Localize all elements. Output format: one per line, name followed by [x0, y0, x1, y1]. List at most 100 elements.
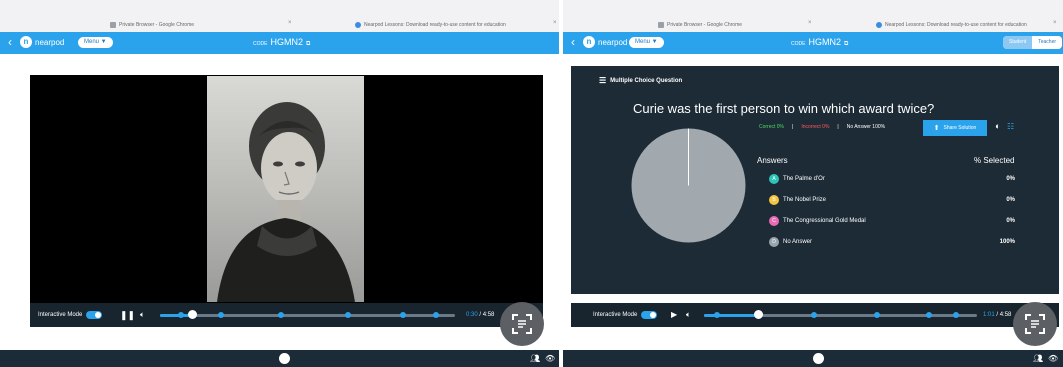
external-link-icon[interactable]: ⧉ [844, 41, 848, 48]
video-scrubber-handle[interactable] [187, 310, 197, 319]
video-scrubber-handle[interactable] [754, 310, 764, 319]
question-marker[interactable] [874, 312, 880, 318]
nearpod-header: ‹ n nearpod Menu ▼ CODE HGMN2 ⧉ Student … [563, 32, 1063, 54]
no-answer-stat: No Answer 100% [846, 124, 886, 130]
question-marker[interactable] [218, 312, 224, 318]
time-separator: / [479, 312, 482, 318]
view-mode-toggle[interactable]: Student Teacher [1003, 36, 1063, 49]
session-code: CODE HGMN2 ⧉ [253, 37, 310, 48]
share-solution-label: Share Solution [943, 125, 977, 131]
page-icon [658, 22, 664, 28]
session-code: CODE HGMN2 ⧉ [791, 37, 848, 48]
back-arrow-icon[interactable]: ‹ [8, 36, 12, 48]
interactive-mode-toggle[interactable] [641, 311, 658, 319]
portrait-figure [217, 102, 355, 302]
video-controls: Interactive Mode ▶ 🔈︎ 1:01 / 4:58 [571, 303, 1059, 327]
page-icon [110, 22, 116, 28]
answer-row: D No Answer 100% [769, 236, 1015, 248]
question-marker[interactable] [178, 312, 184, 318]
close-tab-icon[interactable]: × [288, 20, 292, 26]
video-progress-played [704, 314, 759, 317]
bottom-bar: 👥︎ 👁︎ [0, 350, 559, 367]
question-marker[interactable] [811, 312, 817, 318]
eye-icon[interactable]: 👁︎ [545, 354, 555, 363]
browser-tabstrip: Private Browser - Google Chrome × Nearpo… [563, 0, 1063, 33]
student-view-option[interactable]: Student [1003, 36, 1033, 49]
question-type: ☰ Multiple Choice Question [599, 76, 682, 85]
list-view-icon[interactable]: ☷ [1007, 122, 1014, 131]
question-marker[interactable] [400, 312, 406, 318]
browser-tabstrip: Private Browser - Google Chrome × Nearpo… [0, 0, 559, 33]
answers-header: Answers [757, 156, 788, 165]
answer-row: C The Congressional Gold Medal 0% [769, 215, 1015, 227]
question-marker[interactable] [433, 312, 439, 318]
external-link-icon[interactable]: ⧉ [306, 41, 310, 48]
menu-button[interactable]: Menu ▼ [629, 37, 664, 48]
question-marker[interactable] [345, 312, 351, 318]
answer-text: The Nobel Prize [783, 197, 827, 203]
interactive-mode-control[interactable]: Interactive Mode [38, 311, 103, 319]
results-pie-chart [631, 128, 746, 243]
home-icon[interactable] [813, 353, 824, 364]
menu-button[interactable]: Menu ▼ [78, 37, 113, 48]
video-portrait-image [207, 76, 364, 302]
time-separator: / [996, 312, 999, 318]
question-marker[interactable] [926, 312, 932, 318]
video-frame[interactable] [30, 75, 543, 303]
browser-tab-title: Private Browser - Google Chrome [667, 22, 743, 28]
participants-icon[interactable]: 👥︎ [530, 354, 540, 363]
question-type-label: Multiple Choice Question [610, 77, 683, 84]
scan-text-button[interactable] [500, 302, 544, 346]
pause-icon[interactable]: ❚❚ [120, 311, 135, 320]
list-icon: ☰ [599, 76, 607, 85]
pie-chart-view-icon[interactable]: ◐ [995, 121, 1000, 131]
video-progress-track[interactable] [160, 314, 455, 317]
question-marker[interactable] [714, 312, 720, 318]
duration: 4:58 [482, 312, 495, 318]
right-screenshot: Private Browser - Google Chrome × Nearpo… [563, 0, 1063, 367]
browser-tab[interactable]: Nearpod Lessons: Download ready-to-use c… [876, 20, 1027, 30]
interactive-mode-control[interactable]: Interactive Mode [593, 311, 658, 319]
interactive-mode-toggle[interactable] [86, 311, 103, 319]
browser-tab[interactable]: Private Browser - Google Chrome [110, 20, 194, 30]
video-controls: Interactive Mode ❚❚ 🔈︎ 0:30 / 4:58 [30, 303, 543, 327]
logo-text: nearpod [598, 37, 628, 47]
question-marker[interactable] [278, 312, 284, 318]
volume-icon[interactable]: 🔈︎ [140, 311, 145, 319]
eye-icon[interactable]: 👁︎ [1048, 354, 1058, 363]
volume-icon[interactable]: 🔈︎ [686, 311, 691, 319]
answer-row: B The Nobel Prize 0% [769, 194, 1015, 206]
lesson-stage: ☰ Multiple Choice Question Curie was the… [563, 54, 1063, 350]
response-stats: Correct 0% | Incorrect 0% | No Answer 10… [759, 124, 886, 130]
upload-icon: ⬆︎ [933, 125, 940, 132]
code-value: HGMN2 [808, 37, 841, 47]
nearpod-logo-icon: n [20, 36, 32, 48]
close-tab-icon[interactable]: × [1053, 20, 1057, 26]
answer-text: The Palme d'Or [783, 176, 825, 182]
close-tab-icon[interactable]: × [808, 20, 812, 26]
interactive-mode-label: Interactive Mode [38, 312, 83, 318]
duration: 4:58 [999, 312, 1012, 318]
share-solution-button[interactable]: ⬆︎ Share Solution [923, 120, 987, 136]
answer-percent: 0% [1006, 218, 1015, 224]
play-icon[interactable]: ▶ [671, 311, 677, 319]
incorrect-stat: Incorrect 0% [801, 124, 830, 130]
logo-text: nearpod [35, 37, 65, 47]
home-icon[interactable] [279, 353, 290, 364]
nearpod-logo: n nearpod [20, 36, 64, 48]
answer-percent: 0% [1006, 176, 1015, 182]
teacher-view-option[interactable]: Teacher [1032, 36, 1063, 49]
back-arrow-icon[interactable]: ‹ [571, 36, 575, 48]
question-marker[interactable] [953, 312, 959, 318]
browser-tab-title: Nearpod Lessons: Download ready-to-use c… [885, 22, 1027, 28]
scan-text-icon [1025, 314, 1045, 334]
video-time: 1:01 / 4:58 [983, 312, 1011, 318]
browser-tab[interactable]: Private Browser - Google Chrome [658, 20, 742, 30]
browser-tab[interactable]: Nearpod Lessons: Download ready-to-use c… [355, 20, 506, 30]
answer-letter-badge: B [769, 195, 779, 205]
participants-icon[interactable]: 👥︎ [1033, 354, 1043, 363]
close-tab-icon[interactable]: × [553, 20, 557, 26]
code-label: CODE [253, 41, 268, 47]
left-screenshot: Private Browser - Google Chrome × Nearpo… [0, 0, 559, 367]
scan-text-button[interactable] [1013, 302, 1057, 346]
